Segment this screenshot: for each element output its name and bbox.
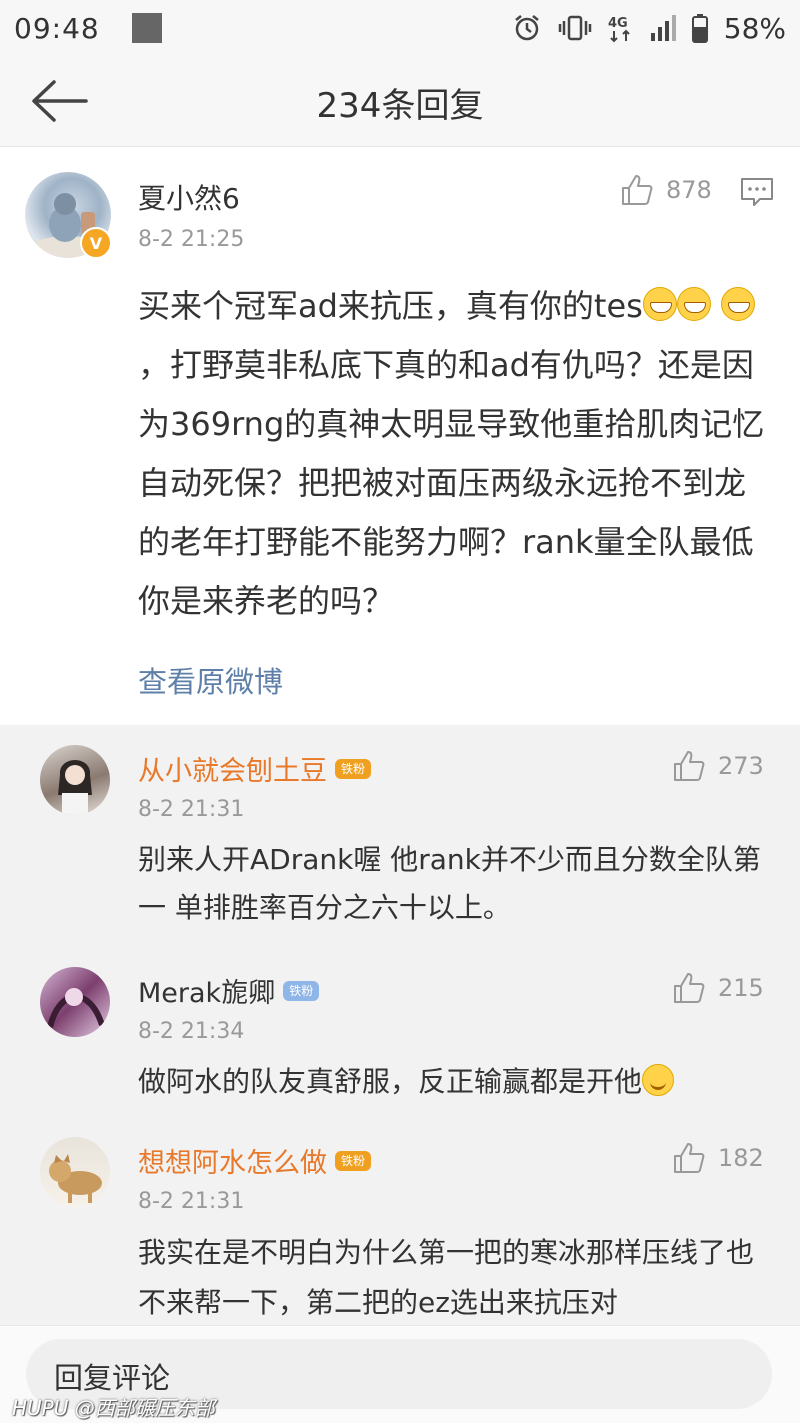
reply-author-name: 从小就会刨土豆 (138, 756, 327, 787)
thumbs-up-icon (674, 751, 705, 781)
like-button[interactable]: 182 (672, 1141, 764, 1175)
main-comment: V 夏小然6 8-2 21:25 878 买来个冠军ad来抗压，真有你的tes … (0, 147, 800, 725)
fan-badge: 铁粉 (335, 1150, 372, 1171)
page-title: 234条回复 (316, 86, 484, 126)
notification-icon (131, 13, 162, 43)
reply-author-name: Merak旎卿 (138, 978, 276, 1009)
comment-author[interactable]: 夏小然6 (138, 177, 240, 217)
reply-author[interactable]: Merak旎卿 铁粉 (138, 971, 320, 1010)
like-count: 215 (718, 974, 764, 1002)
view-original-link[interactable]: 查看原微博 (138, 659, 283, 701)
thumbs-up-icon (622, 175, 653, 205)
hug-emoji-icon (642, 1064, 675, 1096)
like-count: 182 (718, 1144, 764, 1172)
thumbs-up-icon (674, 973, 705, 1003)
reply-author-name: 想想阿水怎么做 (138, 1148, 327, 1179)
alarm-icon (512, 13, 542, 43)
reply-author[interactable]: 从小就会刨土豆 铁粉 (138, 749, 372, 788)
comment-icon (741, 178, 773, 206)
grin-emoji-icon (642, 287, 677, 321)
4g-icon: 4G (608, 13, 634, 43)
comment-text-part2: ，打野莫非私底下真的和ad有仇吗？还是因为369rng的真神太明显导致他重拾肌肉… (138, 346, 765, 620)
reply-author[interactable]: 想想阿水怎么做 铁粉 (138, 1141, 372, 1180)
svg-text:4G: 4G (608, 16, 628, 31)
reply-text-content: 做阿水的队友真舒服，反正输赢都是开他 (138, 1065, 643, 1098)
comment-text: 买来个冠军ad来抗压，真有你的tes ，打野莫非私底下真的和ad有仇吗？还是因为… (138, 277, 768, 631)
reply-text: 做阿水的队友真舒服，反正输赢都是开他 (138, 1058, 768, 1106)
avatar[interactable] (40, 745, 110, 815)
thumbs-up-icon (674, 1143, 705, 1173)
fan-badge: 铁粉 (283, 980, 320, 1001)
status-bar: 09:48 4G 58% (0, 0, 800, 56)
avatar[interactable] (40, 967, 110, 1037)
comment-time: 8-2 21:25 (138, 227, 245, 252)
grin-emoji-icon (676, 287, 711, 321)
like-count: 273 (718, 752, 764, 780)
verified-badge-icon: V (80, 227, 112, 259)
reply-time: 8-2 21:31 (138, 1189, 245, 1214)
reply-text: 别来人开ADrank喔 他rank并不少而且分数全队第一 单排胜率百分之六十以上… (138, 843, 761, 924)
battery-icon (691, 13, 708, 43)
fan-badge: 铁粉 (335, 758, 372, 779)
reply-input-placeholder: 回复评论 (54, 1361, 171, 1395)
grin-emoji-icon (721, 287, 756, 321)
reply-button[interactable] (740, 177, 774, 211)
reply-text: 我实在是不明白为什么第一把的寒冰那样压线了也不来帮一下，第二把的ez选出来抗压对 (138, 1236, 755, 1319)
like-button[interactable]: 878 (620, 173, 712, 207)
like-button[interactable]: 273 (672, 749, 764, 783)
signal-icon (650, 13, 676, 43)
like-button[interactable]: 215 (672, 971, 764, 1005)
battery-percent: 58% (723, 11, 786, 45)
like-count: 878 (666, 176, 712, 204)
nav-bar: 234条回复 (0, 56, 800, 147)
status-time: 09:48 (14, 11, 100, 45)
vibrate-icon (558, 13, 592, 43)
avatar[interactable] (40, 1137, 110, 1207)
reply-list: 从小就会刨土豆 铁粉 273 8-2 21:31 别来人开ADrank喔 他ra… (0, 725, 800, 1325)
reply-time: 8-2 21:31 (138, 797, 245, 822)
comment-text-part1: 买来个冠军ad来抗压，真有你的tes (138, 287, 643, 325)
watermark: HUPU @西部碾压东部 (12, 1396, 215, 1420)
reply-time: 8-2 21:34 (138, 1019, 245, 1044)
